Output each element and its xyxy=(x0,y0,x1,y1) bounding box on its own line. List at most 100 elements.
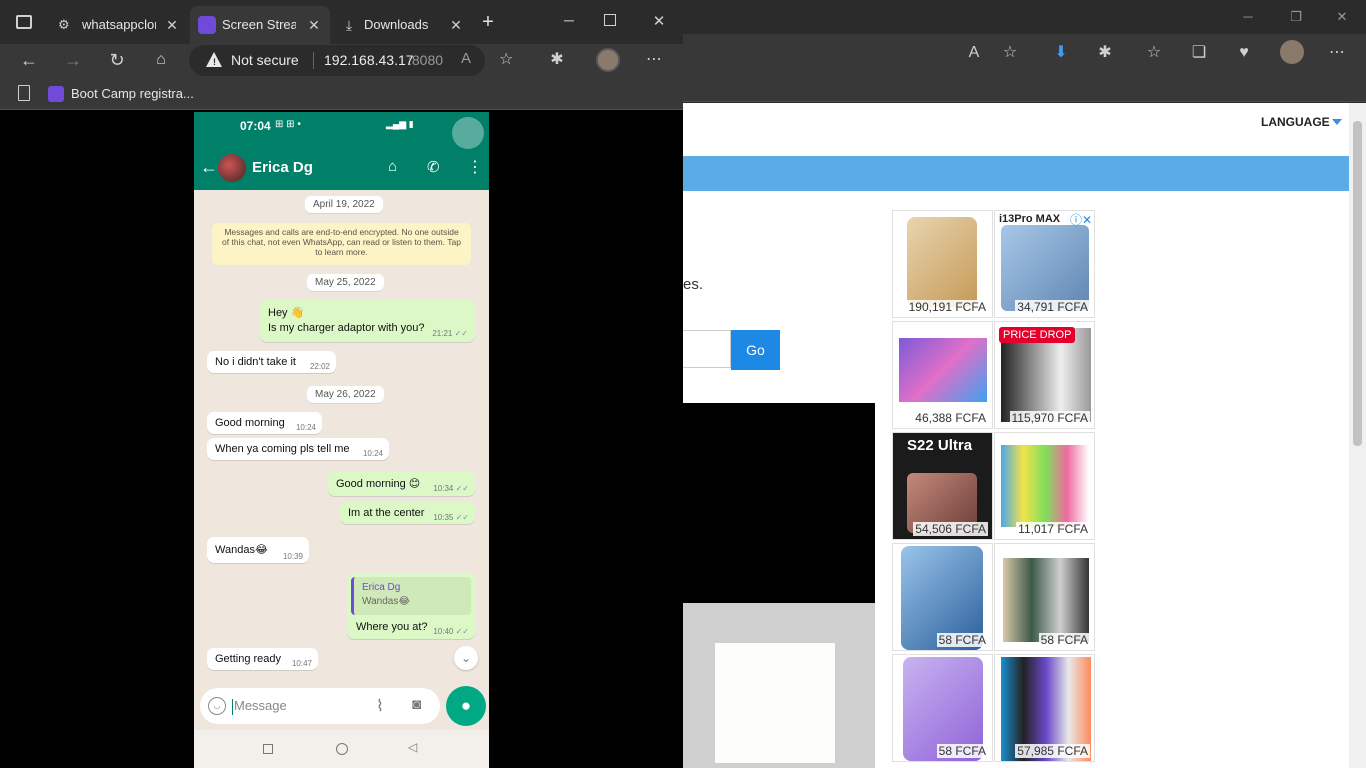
download-icon[interactable]: ⬇ xyxy=(1050,42,1072,64)
shop-icon[interactable]: ⌂ xyxy=(388,158,397,175)
message-bubble-incoming[interactable]: No i didn't take it 22:02 xyxy=(207,351,336,373)
extensions-icon[interactable]: ✱ xyxy=(546,49,568,71)
more-menu-icon[interactable]: ⋮ xyxy=(467,157,483,177)
attach-icon[interactable]: ⌇ xyxy=(376,696,384,716)
search-field[interactable] xyxy=(683,330,731,368)
tab-actions-icon[interactable] xyxy=(16,15,32,29)
message-text: Im at the center xyxy=(348,507,425,519)
message-bubble-incoming[interactable]: Getting ready 10:47 xyxy=(207,648,318,670)
screen-stream-favicon-icon xyxy=(198,16,216,34)
tab-close-icon[interactable]: ✕ xyxy=(162,15,182,35)
tab-close-icon[interactable]: ✕ xyxy=(304,15,324,35)
minimize-icon[interactable]: ─ xyxy=(560,12,578,30)
health-icon[interactable]: ♥ xyxy=(1233,42,1255,64)
back-triangle-icon[interactable]: ◁ xyxy=(408,740,417,754)
scroll-down-icon[interactable]: ⌄ xyxy=(454,646,478,670)
camera-icon[interactable]: ◙ xyxy=(412,696,421,713)
more-menu-icon[interactable]: ⋯ xyxy=(1326,42,1348,64)
collections-icon[interactable]: ❏ xyxy=(1188,42,1210,64)
message-bubble-incoming[interactable]: When ya coming pls tell me 10:24 xyxy=(207,438,389,460)
favorite-add-icon[interactable]: ☆ xyxy=(999,42,1021,64)
message-input-container[interactable]: ◡ Message ⌇ ◙ xyxy=(200,688,440,724)
restore-icon[interactable]: ❐ xyxy=(1287,8,1305,26)
status-time: 07:04 xyxy=(240,119,271,133)
security-status[interactable]: Not secure xyxy=(231,52,299,68)
read-aloud-icon[interactable]: A xyxy=(963,42,985,64)
home-icon[interactable]: ⌂ xyxy=(150,49,172,71)
home-icon[interactable] xyxy=(336,743,348,755)
message-bubble-outgoing[interactable]: Good morning 😊 10:34 ✓✓ xyxy=(328,472,475,496)
ad-card[interactable]: PRICE DROP 115,970 FCFA xyxy=(994,321,1095,429)
message-text: Hey 👋 xyxy=(268,307,305,319)
date-chip: April 19, 2022 xyxy=(305,196,383,213)
message-composer: ◡ Message ⌇ ◙ ● xyxy=(194,684,489,730)
tab-downloads[interactable]: ⤓ Downloads ✕ xyxy=(332,6,472,44)
bookmark-boot-camp[interactable]: Boot Camp registra... xyxy=(71,86,194,101)
extensions-icon[interactable]: ✱ xyxy=(1094,42,1116,64)
ad-price: 58 FCFA xyxy=(936,633,988,647)
ad-card[interactable]: i13Pro MAX ⓘ✕ 34,791 FCFA xyxy=(994,210,1095,318)
back-arrow-icon[interactable]: ← xyxy=(200,157,218,178)
encryption-notice[interactable]: Messages and calls are end-to-end encryp… xyxy=(212,223,471,265)
tab-close-icon[interactable]: ✕ xyxy=(446,15,466,35)
language-dropdown-arrow-icon[interactable] xyxy=(1332,119,1342,125)
price-drop-badge: PRICE DROP xyxy=(999,327,1076,343)
language-selector[interactable]: LANGUAGE xyxy=(1261,115,1330,129)
profile-avatar[interactable] xyxy=(1280,40,1304,64)
ad-card[interactable]: 11,017 FCFA xyxy=(994,432,1095,540)
ad-choices-icon[interactable]: ⓘ✕ xyxy=(1070,211,1092,228)
background-title-bar: ─ ❐ ✕ xyxy=(683,0,1366,34)
page-icon[interactable] xyxy=(18,85,30,101)
page-scrollbar[interactable] xyxy=(1349,103,1366,768)
go-button[interactable]: Go xyxy=(731,330,780,370)
status-icons-left: ⊞ ⊞ • xyxy=(275,119,301,130)
more-menu-icon[interactable]: ⋯ xyxy=(643,49,665,71)
message-bubble-incoming[interactable]: Good morning 10:24 xyxy=(207,412,322,434)
message-bubble-outgoing[interactable]: Erica Dg Wandas😂 Where you at? 10:40 ✓✓ xyxy=(347,573,475,639)
ad-card[interactable]: 46,388 FCFA xyxy=(892,321,993,429)
site-favicon-icon: ⚙ xyxy=(58,17,70,32)
back-arrow-icon[interactable]: ← xyxy=(18,49,40,71)
message-bubble-incoming[interactable]: Wandas😂 10:39 xyxy=(207,537,309,563)
tab-whatsappclone[interactable]: ⚙ whatsappclone ✕ xyxy=(50,6,188,44)
read-aloud-icon[interactable]: A xyxy=(461,50,471,67)
url-port[interactable]: :8080 xyxy=(408,52,443,68)
favorite-add-icon[interactable]: ☆ xyxy=(499,49,513,69)
contact-avatar[interactable] xyxy=(218,154,246,182)
black-media-block xyxy=(683,403,875,603)
minimize-icon[interactable]: ─ xyxy=(1239,8,1257,26)
emoji-icon[interactable]: ◡ xyxy=(208,697,226,715)
microphone-button[interactable]: ● xyxy=(446,686,486,726)
scrollbar-thumb[interactable] xyxy=(1353,121,1362,446)
contact-name[interactable]: Erica Dg xyxy=(252,159,313,176)
close-icon[interactable]: ✕ xyxy=(650,12,668,30)
tab-strip: ⚙ whatsappclone ✕ Screen Stream ✕ ⤓ Down… xyxy=(0,0,683,44)
ad-card[interactable]: 58 FCFA xyxy=(892,543,993,651)
refresh-icon[interactable]: ↻ xyxy=(106,49,128,71)
maximize-icon[interactable] xyxy=(604,14,616,26)
quoted-message[interactable]: Erica Dg Wandas😂 xyxy=(351,577,471,615)
profile-avatar[interactable] xyxy=(596,48,620,72)
ad-card[interactable]: 58 FCFA xyxy=(892,654,993,762)
message-bubble-outgoing[interactable]: Hey 👋 Is my charger adaptor with you? 21… xyxy=(260,300,475,342)
new-tab-icon[interactable]: + xyxy=(478,12,498,32)
favorites-icon[interactable]: ☆ xyxy=(1143,42,1165,64)
add-call-icon[interactable]: ✆ xyxy=(427,158,440,176)
message-bubble-outgoing[interactable]: Im at the center 10:35 ✓✓ xyxy=(340,502,475,524)
address-bar[interactable]: ! Not secure 192.168.43.17 :8080 A ☆ xyxy=(189,45,513,76)
recents-icon[interactable] xyxy=(263,744,273,754)
tab-screen-stream[interactable]: Screen Stream ✕ xyxy=(190,6,330,44)
message-time: 10:24 xyxy=(295,423,316,432)
ad-card[interactable]: 57,985 FCFA xyxy=(994,654,1095,762)
tab-label: whatsappclone xyxy=(82,17,156,32)
ad-card[interactable]: 190,191 FCFA xyxy=(892,210,993,318)
ad-card[interactable]: S22 Ultra 54,506 FCFA xyxy=(892,432,993,540)
close-icon[interactable]: ✕ xyxy=(1333,8,1351,26)
screen-capture-icon[interactable] xyxy=(452,117,484,149)
tab-label: Screen Stream xyxy=(222,17,296,32)
forward-arrow-icon[interactable]: → xyxy=(62,49,84,71)
ad-card[interactable]: 58 FCFA xyxy=(994,543,1095,651)
url-host[interactable]: 192.168.43.17 xyxy=(324,52,414,68)
message-input[interactable]: Message xyxy=(234,698,287,713)
ad-price: 57,985 FCFA xyxy=(1015,744,1090,758)
